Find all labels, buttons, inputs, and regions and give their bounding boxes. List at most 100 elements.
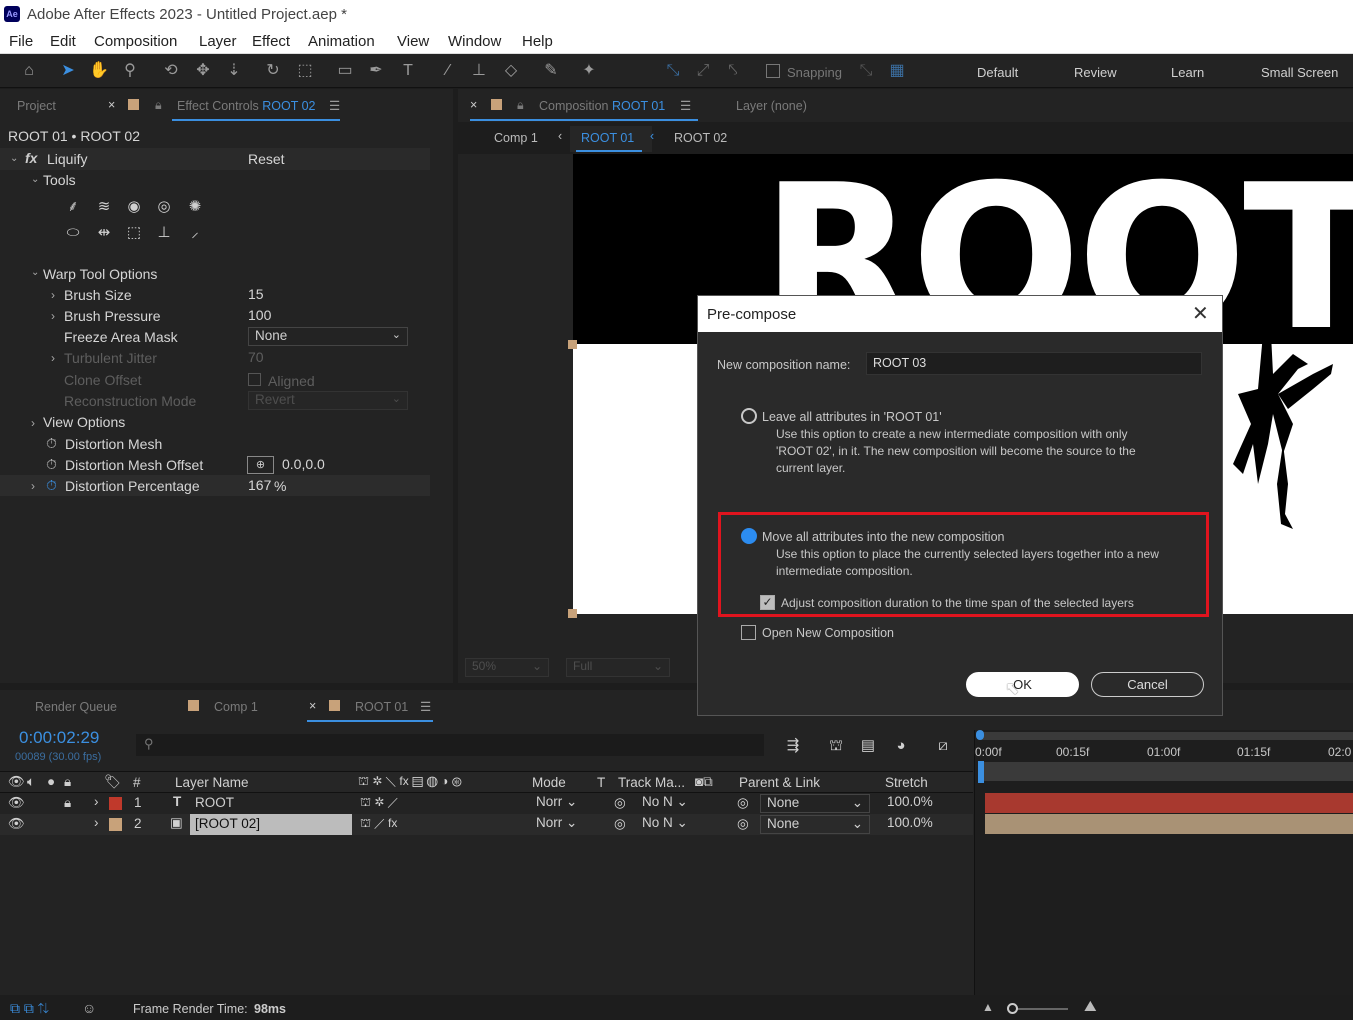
home-icon[interactable]: ⌂ bbox=[18, 60, 40, 82]
layer1-bar[interactable] bbox=[985, 793, 1353, 813]
adjust-duration-checkbox[interactable]: ✓ bbox=[760, 595, 775, 610]
pucker-tool-icon[interactable]: ✺ bbox=[184, 196, 206, 218]
zoom-tool-icon[interactable]: ⚲ bbox=[119, 60, 141, 82]
composition-flowchart-icon[interactable]: ⇶ bbox=[782, 735, 804, 757]
rectangle-tool-icon[interactable]: ▭ bbox=[334, 60, 356, 82]
lock-icon[interactable]: 🔒︎ bbox=[517, 98, 524, 113]
snapping-checkbox[interactable] bbox=[766, 64, 780, 78]
local-axis-icon[interactable]: ⤡ bbox=[662, 60, 684, 82]
menu-view[interactable]: View bbox=[397, 33, 429, 50]
leave-attributes-label[interactable]: Leave all attributes in 'ROOT 01' bbox=[762, 409, 942, 426]
user-icon[interactable]: ☺ bbox=[82, 1000, 96, 1016]
snap-option-icon[interactable]: ⤡ bbox=[855, 60, 877, 82]
rotation-tool-icon[interactable]: ↻ bbox=[262, 60, 284, 82]
chevron-right-icon[interactable]: › bbox=[31, 416, 35, 430]
brush-pressure-value[interactable]: 100 bbox=[248, 307, 271, 323]
layer-handle[interactable] bbox=[568, 609, 577, 618]
render-toggle-icons[interactable]: ⧉ ⧉ ⇅ bbox=[10, 1000, 49, 1017]
work-area-bar[interactable] bbox=[979, 732, 1353, 740]
menu-layer[interactable]: Layer bbox=[199, 33, 237, 50]
tab-render-queue[interactable]: Render Queue bbox=[35, 700, 117, 714]
chevron-right-icon[interactable]: › bbox=[51, 309, 55, 323]
tab-composition[interactable]: Composition ROOT 01 bbox=[539, 99, 665, 113]
cancel-button[interactable]: Cancel bbox=[1091, 672, 1204, 697]
tab-layer[interactable]: Layer (none) bbox=[736, 99, 807, 113]
clone-tool-icon[interactable]: ⊥ bbox=[153, 222, 175, 244]
work-area-start-handle[interactable] bbox=[976, 730, 984, 740]
stopwatch-active-icon[interactable]: ⏱ bbox=[46, 477, 57, 494]
workspace-learn[interactable]: Learn bbox=[1171, 65, 1204, 80]
brush-size-value[interactable]: 15 bbox=[248, 286, 264, 302]
roto-brush-tool-icon[interactable]: ✎ bbox=[540, 60, 562, 82]
clone-stamp-tool-icon[interactable]: ⊥ bbox=[468, 60, 490, 82]
pan-behind-tool-icon[interactable]: ⬚ bbox=[294, 60, 316, 82]
motion-blur-icon[interactable]: ◕ bbox=[890, 735, 912, 757]
breadcrumb-comp1[interactable]: Comp 1 bbox=[494, 131, 538, 145]
lock-icon[interactable]: 🔒︎ bbox=[64, 795, 71, 811]
pickwhip-icon[interactable]: ◎ bbox=[614, 795, 626, 811]
close-icon[interactable]: ✕ bbox=[1192, 301, 1209, 326]
lock-icon[interactable]: 🔒︎ bbox=[155, 98, 162, 113]
pan-tool-icon[interactable]: ✥ bbox=[192, 60, 214, 82]
workspace-review[interactable]: Review bbox=[1074, 65, 1117, 80]
parent-pickwhip-icon[interactable]: ◎ bbox=[737, 795, 749, 811]
move-attributes-label[interactable]: Move all attributes into the new composi… bbox=[762, 529, 1005, 546]
mode-dropdown[interactable]: Norr ⌄ bbox=[530, 815, 582, 834]
breadcrumb-root02[interactable]: ROOT 02 bbox=[674, 131, 727, 145]
reset-link[interactable]: Reset bbox=[248, 151, 285, 167]
view-axis-icon[interactable]: ⤣ bbox=[722, 60, 744, 82]
leave-attributes-radio[interactable] bbox=[741, 408, 757, 424]
menu-help[interactable]: Help bbox=[522, 33, 553, 50]
pen-tool-icon[interactable]: ✒ bbox=[365, 60, 387, 82]
frame-blending-icon[interactable]: ▤ bbox=[857, 735, 879, 757]
move-attributes-radio[interactable] bbox=[741, 528, 757, 544]
orbit-tool-icon[interactable]: ⟲ bbox=[160, 60, 182, 82]
layer-switches[interactable]: ⛫ ⟋ fx bbox=[360, 816, 397, 832]
track-matte-dropdown[interactable]: No N ⌄ bbox=[636, 815, 688, 834]
stopwatch-icon[interactable]: ⏱ bbox=[46, 456, 57, 473]
layer-name-column-header[interactable]: Layer Name bbox=[175, 775, 249, 790]
close-tab-icon[interactable]: × bbox=[309, 699, 316, 713]
breadcrumb-root01[interactable]: ROOT 01 bbox=[581, 131, 634, 145]
turbulence-tool-icon[interactable]: ≋ bbox=[93, 196, 115, 218]
track-matte-dropdown[interactable]: No N ⌄ bbox=[636, 794, 688, 813]
menu-edit[interactable]: Edit bbox=[50, 33, 76, 50]
dolly-tool-icon[interactable]: ⇣ bbox=[223, 60, 245, 82]
playhead[interactable] bbox=[978, 761, 984, 783]
timeline-graph-area[interactable]: 0:00f 00:15f 01:00f 01:15f 02:0 bbox=[974, 730, 1353, 995]
chevron-right-icon[interactable]: › bbox=[31, 479, 35, 493]
chevron-right-icon[interactable]: › bbox=[51, 351, 55, 365]
panel-menu-icon[interactable]: ☰ bbox=[680, 98, 691, 113]
menu-animation[interactable]: Animation bbox=[308, 33, 375, 50]
new-composition-name-input[interactable]: ROOT 03 bbox=[866, 352, 1202, 375]
layer-switches[interactable]: ⛫ ✲ ⟋ bbox=[360, 795, 398, 811]
parent-pickwhip-icon[interactable]: ◎ bbox=[737, 816, 749, 832]
shy-layers-icon[interactable]: ⛫ bbox=[825, 735, 847, 757]
current-timecode[interactable]: 0:00:02:29 bbox=[19, 728, 99, 748]
resolution-dropdown[interactable]: Full ⌄ bbox=[566, 658, 670, 677]
menu-composition[interactable]: Composition bbox=[94, 33, 177, 50]
pickwhip-icon[interactable]: ◎ bbox=[614, 816, 626, 832]
warp-tool-icon[interactable]: ⸙ bbox=[62, 196, 84, 218]
workspace-small-screen[interactable]: Small Screen bbox=[1261, 65, 1338, 80]
layer-name[interactable]: ROOT bbox=[195, 795, 234, 810]
type-tool-icon[interactable]: T bbox=[397, 60, 419, 82]
parent-dropdown[interactable]: None ⌄ bbox=[760, 815, 870, 834]
world-axis-icon[interactable]: ⤢ bbox=[692, 60, 714, 82]
tab-project[interactable]: Project bbox=[17, 99, 56, 113]
layer-color-label[interactable] bbox=[109, 818, 122, 831]
layer-handle[interactable] bbox=[568, 340, 577, 349]
stretch-value[interactable]: 100.0% bbox=[887, 794, 933, 809]
layer-row[interactable]: 👁︎ 🔒︎ › 1 T ROOT ⛫ ✲ ⟋ Norr ⌄ ◎ No N ⌄ ◎… bbox=[0, 793, 973, 814]
layer-name[interactable]: [ROOT 02] bbox=[195, 816, 260, 831]
tab-effect-controls[interactable]: Effect Controls ROOT 02 bbox=[177, 99, 316, 113]
zoom-in-icon[interactable]: ⛰ bbox=[1084, 998, 1097, 1015]
mode-dropdown[interactable]: Norr ⌄ bbox=[530, 794, 582, 813]
tab-root01[interactable]: ROOT 01 bbox=[355, 700, 408, 714]
panel-menu-icon[interactable]: ☰ bbox=[420, 699, 431, 714]
layer-row[interactable]: 👁︎ › 2 ▣ [ROOT 02] ⛫ ⟋ fx Norr ⌄ ◎ No N … bbox=[0, 814, 973, 835]
hand-tool-icon[interactable]: ✋ bbox=[88, 60, 110, 82]
brush-tool-icon[interactable]: ⁄ bbox=[437, 60, 459, 82]
freeze-area-mask-dropdown[interactable]: None ⌄ bbox=[248, 327, 408, 346]
twirl-clockwise-icon[interactable]: ◉ bbox=[123, 196, 145, 218]
